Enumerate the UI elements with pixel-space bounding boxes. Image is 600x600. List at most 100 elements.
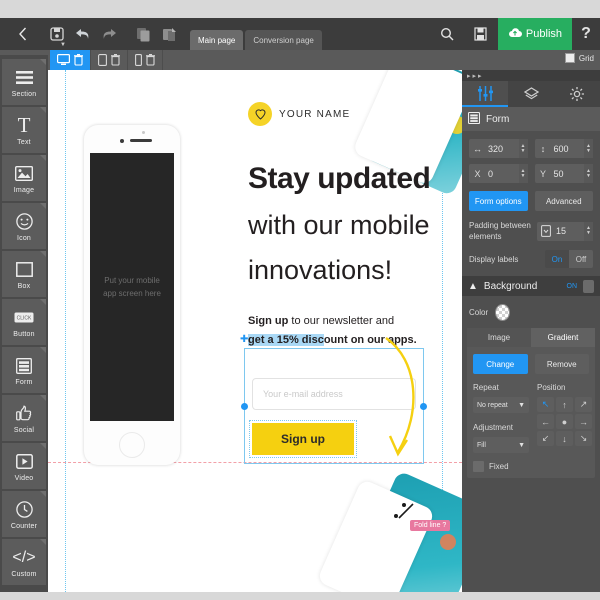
back-button[interactable] [0, 18, 44, 50]
top-right-actions: Publish ? [430, 18, 600, 50]
grid-checkbox[interactable] [564, 53, 575, 63]
sidebar-item-text[interactable]: T Text [2, 107, 46, 153]
width-field[interactable]: ↔ 320 ▲ ▼ [469, 139, 528, 158]
position-center[interactable]: ● [556, 414, 573, 429]
save-icon[interactable]: ▼ [48, 25, 66, 48]
signup-button-wrapper[interactable]: Sign up [249, 420, 357, 458]
phone-screen-placeholder[interactable]: Put your mobile app screen here [90, 153, 174, 421]
x-field[interactable]: X 0 ▲ ▼ [469, 164, 528, 183]
tablet-icon [98, 54, 107, 66]
headline[interactable]: Stay updated [248, 162, 431, 196]
sidebar-item-form[interactable]: Form [2, 347, 46, 393]
display-labels-on[interactable]: On [545, 250, 569, 268]
fixed-checkbox[interactable] [473, 461, 484, 472]
fold-line-badge[interactable]: Fold line ? [410, 520, 451, 531]
undo-icon[interactable] [74, 25, 91, 43]
publish-button[interactable]: Publish [497, 18, 572, 50]
height-field[interactable]: ↕ 600 ▲ ▼ [534, 139, 593, 158]
sidebar-item-icon[interactable]: Icon [2, 203, 46, 249]
tab-layers[interactable] [508, 81, 554, 107]
device-tablet[interactable] [91, 50, 128, 70]
tab-gear[interactable] [554, 81, 600, 107]
padding-field[interactable]: 15 ▲ ▼ [537, 221, 593, 241]
phone-mockup[interactable]: Put your mobile app screen here [84, 125, 180, 465]
x-stepper[interactable]: ▲ ▼ [518, 164, 528, 183]
panel-collapse-handle[interactable]: ▸▸▸ [462, 70, 600, 81]
tab-settings-sliders[interactable] [462, 81, 508, 107]
position-top-center[interactable]: ↑ [556, 397, 573, 412]
advanced-button[interactable]: Advanced [534, 191, 593, 211]
subhead-line1[interactable]: with our mobile [248, 210, 430, 241]
width-stepper[interactable]: ▲ ▼ [518, 139, 528, 158]
sidebar-item-section[interactable]: Section [2, 59, 46, 105]
copy-icon[interactable] [135, 25, 152, 43]
sidebar-item-button[interactable]: CLICK Button [2, 299, 46, 345]
sidebar-item-image[interactable]: Image [2, 155, 46, 201]
form-options-button[interactable]: Form options [469, 191, 528, 211]
position-top-left[interactable]: ↖ [537, 397, 554, 412]
position-bottom-right[interactable]: ↘ [575, 431, 592, 446]
fixed-row[interactable]: Fixed [473, 461, 589, 472]
device-mobile[interactable] [128, 50, 163, 70]
adjustment-value: Fill [477, 441, 486, 449]
sidebar-label-image: Image [13, 186, 35, 194]
padding-row: Padding between elements 15 ▲ ▼ [469, 220, 593, 242]
delete-desktop-icon[interactable] [74, 54, 83, 66]
email-placeholder: Your e-mail address [263, 389, 343, 399]
size-row: ↔ 320 ▲ ▼ ↕ 600 ▲ ▼ [469, 139, 593, 158]
height-stepper[interactable]: ▲ ▼ [584, 139, 593, 158]
decorative-orange-dot [440, 534, 456, 550]
position-bottom-left[interactable]: ↙ [537, 431, 554, 446]
height-value: 600 [553, 143, 569, 154]
display-labels-off[interactable]: Off [569, 250, 593, 268]
grid-toggle[interactable]: Grid [564, 53, 594, 63]
position-middle-right[interactable]: → [575, 414, 592, 429]
resize-handle-left[interactable] [241, 403, 248, 410]
change-button[interactable]: Change [473, 354, 528, 374]
y-stepper[interactable]: ▲ ▼ [584, 164, 593, 183]
signup-button[interactable]: Sign up [252, 423, 354, 455]
sidebar-item-video[interactable]: Video [2, 443, 46, 489]
sidebar-item-custom[interactable]: </> Custom [2, 539, 46, 585]
signup-copy-line1[interactable]: Sign up to our newsletter and [248, 315, 394, 327]
brand-block[interactable]: YOUR NAME [248, 102, 350, 126]
design-canvas[interactable]: Put your mobile app screen here YOUR NAM… [48, 70, 462, 592]
color-swatch[interactable] [495, 304, 511, 321]
redo-icon[interactable] [100, 25, 117, 43]
padding-stepper[interactable]: ▲ ▼ [584, 221, 593, 241]
position-top-right[interactable]: ↗ [575, 397, 592, 412]
delete-tablet-icon[interactable] [111, 54, 120, 66]
paste-icon[interactable] [161, 25, 178, 43]
position-middle-left[interactable]: ← [537, 414, 554, 429]
sidebar-item-counter[interactable]: Counter [2, 491, 46, 537]
search-icon[interactable] [430, 18, 464, 50]
tab-image[interactable]: Image [467, 328, 531, 347]
curved-arrow-icon [378, 336, 424, 471]
background-toggle[interactable] [583, 279, 594, 293]
y-field[interactable]: Y 50 ▲ ▼ [534, 164, 593, 183]
form-icon [16, 355, 32, 377]
remove-button[interactable]: Remove [534, 354, 589, 374]
adjustment-select[interactable]: Fill ▼ [473, 437, 529, 453]
device-desktop[interactable] [50, 50, 91, 70]
floppy-save-icon[interactable] [464, 18, 498, 50]
tab-main-page[interactable]: Main page [190, 30, 244, 50]
tab-conversion-page[interactable]: Conversion page [245, 30, 322, 50]
grid-label: Grid [578, 53, 594, 63]
phone-top-bar [84, 125, 180, 153]
subhead-line2[interactable]: innovations! [248, 255, 392, 286]
sidebar-item-box[interactable]: Box [2, 251, 46, 297]
tab-gradient[interactable]: Gradient [531, 328, 595, 347]
sidebar-item-social[interactable]: Social [2, 395, 46, 441]
sidebar-label-box: Box [17, 282, 31, 290]
help-button[interactable]: ? [572, 18, 600, 50]
delete-mobile-icon[interactable] [146, 54, 155, 66]
repeat-select[interactable]: No repeat ▼ [473, 397, 529, 413]
position-grid[interactable]: ↖ ↑ ↗ ← ● → ↙ ↓ ↘ [537, 397, 592, 446]
display-labels-toggle[interactable]: On Off [545, 250, 593, 268]
repeat-label: Repeat [473, 383, 499, 392]
adjustment-label: Adjustment [473, 423, 514, 432]
width-value: 320 [488, 143, 504, 154]
position-bottom-center[interactable]: ↓ [556, 431, 573, 446]
background-section-header[interactable]: ▲ Background ON [462, 276, 600, 296]
